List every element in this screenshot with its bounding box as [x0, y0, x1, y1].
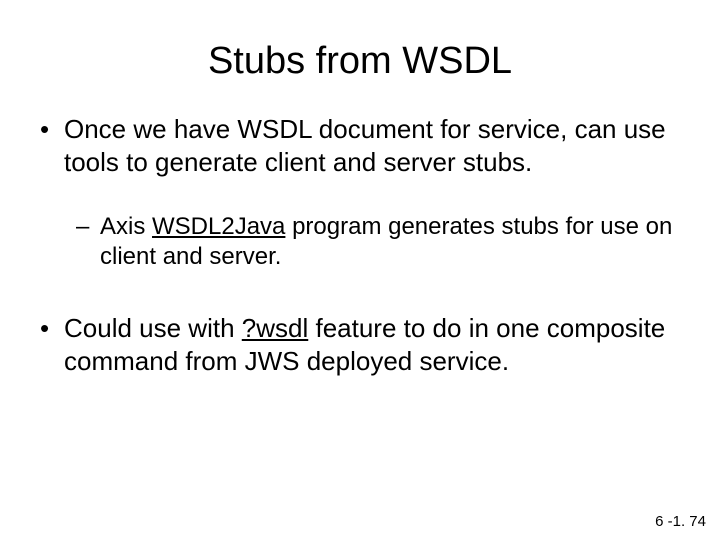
slide-title: Stubs from WSDL: [30, 40, 690, 83]
bullet-2: Axis WSDL2Java program generates stubs f…: [100, 212, 690, 272]
bullet-1: Once we have WSDL document for service, …: [64, 113, 690, 178]
bullet-3: Could use with ?wsdl feature to do in on…: [64, 312, 690, 377]
bullet-3-pre: Could use with: [64, 313, 242, 343]
slide: Stubs from WSDL Once we have WSDL docume…: [0, 0, 720, 540]
bullet-1-text: Once we have WSDL document for service, …: [64, 114, 666, 177]
bullet-2-pre: Axis: [100, 213, 152, 240]
slide-number: 6 -1. 74: [655, 513, 706, 530]
bullet-3-underlined: ?wsdl: [242, 313, 308, 343]
bullet-2-underlined: WSDL2Java: [152, 213, 285, 240]
